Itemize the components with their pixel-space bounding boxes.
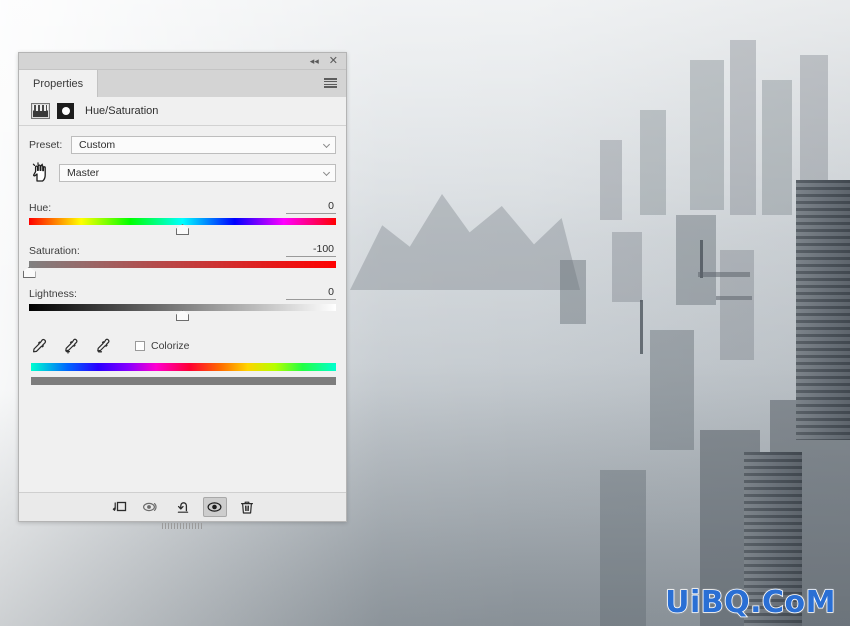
hue-slider-track[interactable]	[29, 218, 336, 225]
antenna-spire	[640, 300, 643, 354]
panel-body: Preset: Custom Master Hue: 0 Saturation:…	[19, 126, 346, 492]
skyline-block	[762, 80, 792, 215]
colorize-checkbox-box[interactable]	[135, 341, 145, 351]
pointing-hand-cursor	[29, 162, 51, 184]
preset-value: Custom	[79, 139, 116, 151]
adjustment-range-bar[interactable]	[31, 377, 336, 385]
skyline-block	[676, 215, 716, 305]
panel-titlebar: ◂◂ ✕	[19, 53, 346, 70]
bridge-deck	[716, 296, 752, 300]
adjustment-header: Hue/Saturation	[19, 97, 346, 126]
view-previous-state-icon[interactable]	[139, 497, 163, 517]
adjustment-preset-icon[interactable]	[31, 103, 50, 119]
page-title: Hue/Saturation	[85, 105, 159, 117]
panel-resize-grip[interactable]	[161, 523, 204, 529]
skyline-block	[690, 60, 724, 210]
preset-label: Preset:	[29, 139, 63, 151]
lightness-slider-block: Lightness: 0	[19, 284, 346, 321]
lightness-value-input[interactable]: 0	[286, 286, 336, 300]
reset-icon[interactable]	[171, 497, 195, 517]
hue-spectrum-bar[interactable]	[31, 363, 336, 371]
toggle-visibility-icon[interactable]	[202, 497, 227, 517]
colorize-checkbox[interactable]: Colorize	[135, 340, 190, 352]
clip-to-layer-icon[interactable]	[107, 497, 131, 517]
foreground-tower	[796, 180, 850, 440]
mountain-silhouette	[350, 194, 580, 290]
eyedropper-icon[interactable]	[31, 338, 47, 354]
tab-properties[interactable]: Properties	[19, 70, 99, 97]
saturation-slider-block: Saturation: -100	[19, 241, 346, 278]
saturation-label: Saturation:	[29, 245, 80, 257]
hue-slider-thumb[interactable]	[176, 224, 189, 235]
properties-panel[interactable]: ◂◂ ✕ Properties Hue/Saturation Preset: C…	[18, 52, 347, 529]
site-watermark: UiBQ.CoM	[664, 584, 836, 621]
skyline-block	[730, 40, 756, 215]
hue-label: Hue:	[29, 202, 52, 214]
panel-footer-toolbar	[19, 492, 346, 521]
bridge-deck	[698, 272, 750, 277]
skyline-block	[640, 110, 666, 215]
chevron-down-icon	[322, 140, 331, 149]
colorize-label: Colorize	[151, 340, 190, 352]
preset-select[interactable]: Custom	[71, 136, 336, 154]
spectrum-bars	[19, 357, 346, 385]
desktop-background: UiBQ.CoM ◂◂ ✕ Properties Hue/Saturation …	[0, 0, 850, 626]
collapse-panel-icon[interactable]: ◂◂	[310, 56, 319, 66]
close-panel-icon[interactable]: ✕	[329, 55, 338, 67]
skyline-block	[612, 232, 642, 302]
saturation-value-input[interactable]: -100	[286, 243, 336, 257]
panel-tab-bar: Properties	[19, 70, 346, 97]
lightness-slider-thumb[interactable]	[176, 310, 189, 321]
skyline-block	[600, 140, 622, 220]
channel-row: Master	[19, 162, 346, 184]
preset-row: Preset: Custom	[19, 136, 346, 154]
saturation-slider-thumb[interactable]	[22, 267, 36, 278]
chevron-down-icon	[322, 168, 331, 177]
hue-value-input[interactable]: 0	[286, 200, 336, 214]
skyline-block	[650, 330, 694, 450]
channel-value: Master	[67, 167, 100, 179]
layer-mask-icon[interactable]	[57, 103, 74, 119]
skyline-block	[560, 260, 586, 324]
saturation-slider-track[interactable]	[29, 261, 336, 268]
skyline-block	[720, 250, 754, 360]
eyedropper-tools-row: Colorize	[19, 327, 346, 357]
lightness-slider-track[interactable]	[29, 304, 336, 311]
panel-menu-icon[interactable]	[324, 78, 337, 88]
eyedropper-subtract-icon[interactable]	[95, 338, 111, 354]
channel-select[interactable]: Master	[59, 164, 336, 182]
hue-slider-block: Hue: 0	[19, 198, 346, 235]
skyline-block	[600, 470, 646, 626]
delete-icon[interactable]	[235, 497, 259, 517]
lightness-label: Lightness:	[29, 288, 77, 300]
eyedropper-add-icon[interactable]	[63, 338, 79, 354]
